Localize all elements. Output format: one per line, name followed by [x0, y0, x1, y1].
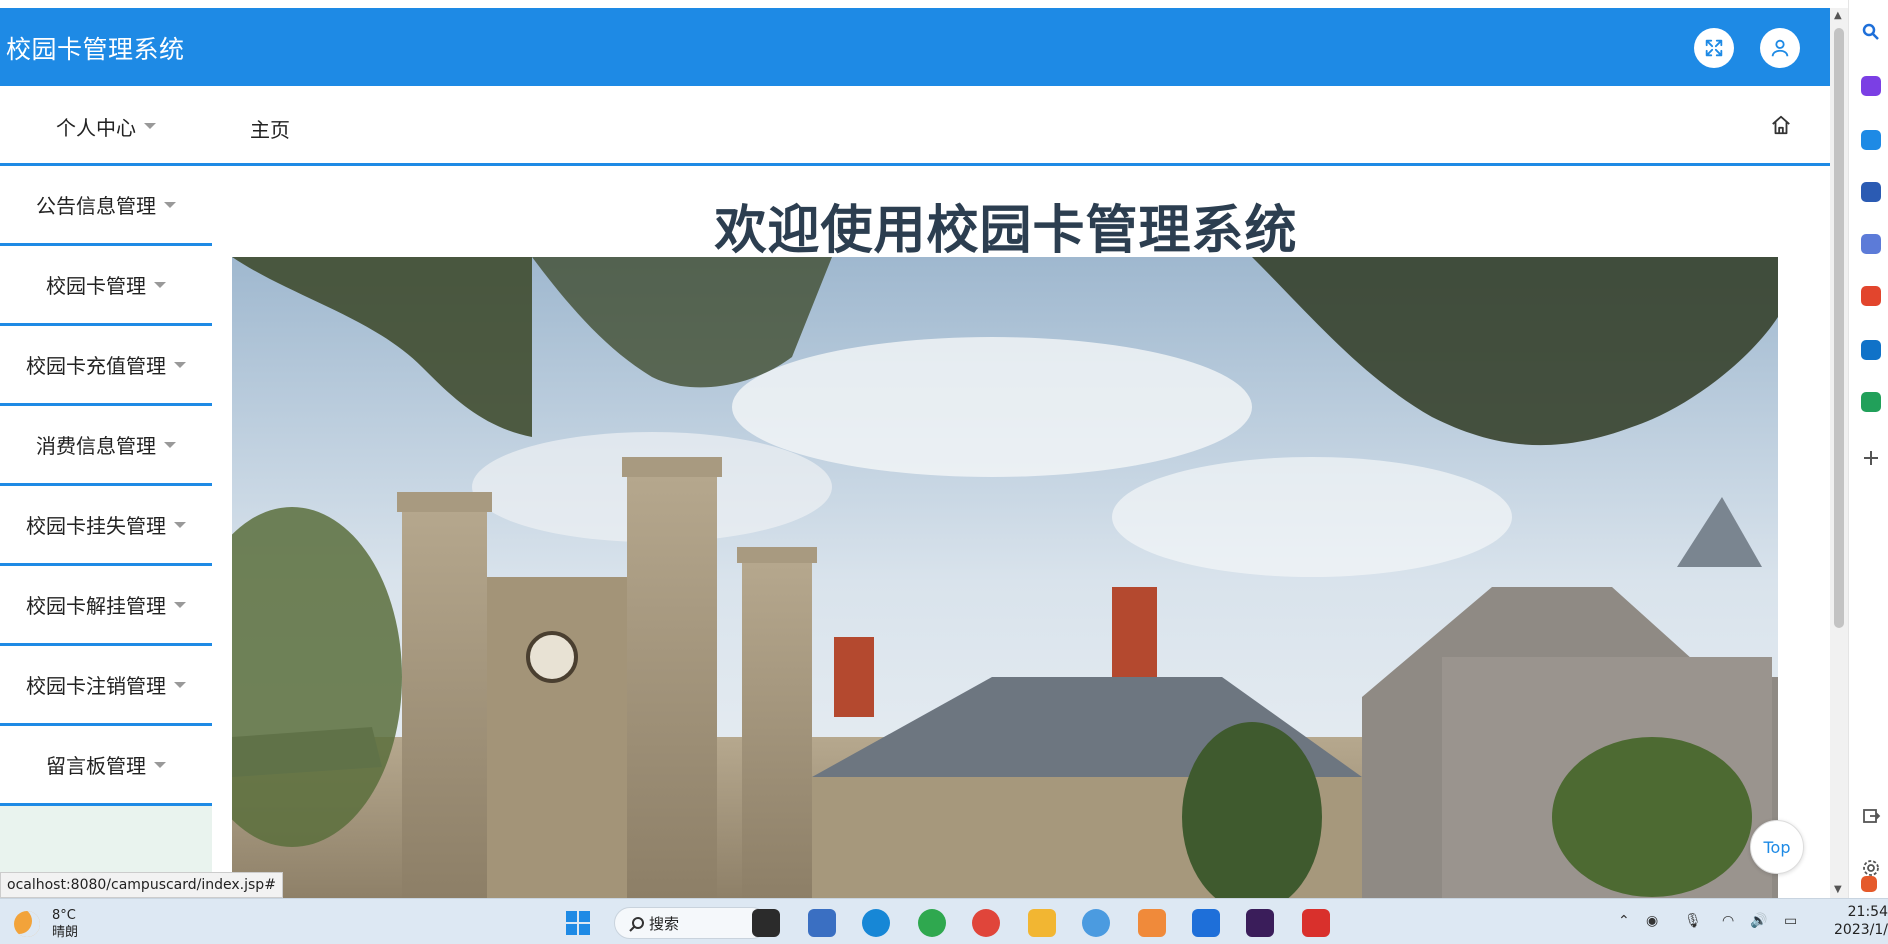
- fullscreen-button[interactable]: [1694, 28, 1734, 68]
- microphone-icon[interactable]: 🎙: [1684, 913, 1702, 929]
- taskbar-search[interactable]: 搜索: [614, 907, 768, 939]
- tools-icon[interactable]: [1861, 182, 1881, 202]
- sidebar-item-label: 消费信息管理: [36, 434, 156, 458]
- clock-time: 21:54: [1847, 904, 1888, 920]
- add-icon[interactable]: [1861, 448, 1881, 468]
- office-icon[interactable]: [1861, 286, 1881, 306]
- taskbar-clock[interactable]: 21:54 2023/1/6: [1834, 903, 1888, 939]
- exit-panel-icon[interactable]: [1861, 806, 1881, 826]
- file-explorer-icon[interactable]: [1028, 909, 1056, 937]
- chevron-down-icon: [174, 601, 186, 608]
- scroll-down-icon[interactable]: ▼: [1834, 884, 1842, 895]
- wifi-icon[interactable]: ◠: [1722, 913, 1734, 929]
- sidebar-item-label: 校园卡注销管理: [26, 674, 166, 698]
- sidebar-item-cancel[interactable]: 校园卡注销管理: [0, 646, 212, 726]
- chevron-down-icon: [154, 281, 166, 288]
- chrome-icon[interactable]: [972, 909, 1000, 937]
- sidebar-item-consumption[interactable]: 消费信息管理: [0, 406, 212, 486]
- sidebar-item-label: 留言板管理: [46, 754, 146, 778]
- weather-temp: 8°C: [52, 908, 76, 923]
- browser-viewport: 校园卡管理系统 个人中心 主页 公告信息管理 校园卡管理 校园卡充值管理 消费信…: [0, 0, 1830, 898]
- gear-icon[interactable]: [1861, 858, 1881, 878]
- chevron-down-icon: [174, 681, 186, 688]
- status-url: ocalhost:8080/campuscard/index.jsp#: [0, 872, 283, 898]
- search-icon: [629, 917, 644, 932]
- sidebar-item-label: 校园卡充值管理: [26, 354, 166, 378]
- personal-center-label: 个人中心: [56, 115, 136, 140]
- sidebar: 公告信息管理 校园卡管理 校园卡充值管理 消费信息管理 校园卡挂失管理 校园卡解…: [0, 166, 212, 898]
- chevron-down-icon: [174, 521, 186, 528]
- browser-side-panel: [1848, 0, 1888, 898]
- volume-icon[interactable]: 🔊: [1750, 913, 1767, 929]
- sidebar-item-label: 公告信息管理: [36, 194, 156, 218]
- qq-icon[interactable]: ◉: [1646, 913, 1658, 929]
- app-header: 校园卡管理系统: [0, 8, 1830, 86]
- sidebar-item-recharge[interactable]: 校园卡充值管理: [0, 326, 212, 406]
- weather-desc: 晴朗: [52, 925, 79, 940]
- sidebar-item-label: 校园卡解挂管理: [26, 594, 166, 618]
- windows-start-icon[interactable]: [564, 909, 592, 937]
- chevron-down-icon: [164, 441, 176, 448]
- weather-widget[interactable]: 8°C 晴朗: [14, 907, 78, 941]
- personal-center-menu[interactable]: 个人中心: [0, 86, 212, 166]
- intellij-icon[interactable]: [1246, 909, 1274, 937]
- user-icon: [1771, 39, 1789, 57]
- chevron-down-icon: [164, 201, 176, 208]
- fullscreen-icon: [1705, 39, 1723, 57]
- sidebar-item-message-board[interactable]: 留言板管理: [0, 726, 212, 806]
- wps-icon[interactable]: [1302, 909, 1330, 937]
- user-avatar-button[interactable]: [1760, 28, 1800, 68]
- edge-browser-icon[interactable]: [862, 909, 890, 937]
- presentation-app-icon[interactable]: [1138, 909, 1166, 937]
- clock-date: 2023/1/6: [1834, 922, 1888, 938]
- sidebar-item-label: 校园卡管理: [46, 274, 146, 298]
- top-nav: 个人中心 主页: [0, 86, 1830, 166]
- campus-banner-image: [232, 257, 1778, 898]
- battery-icon[interactable]: ▭: [1784, 913, 1797, 929]
- moon-icon: [14, 911, 40, 937]
- task-view-icon[interactable]: [752, 909, 780, 937]
- taskbar-search-label: 搜索: [649, 914, 680, 933]
- tree-icon[interactable]: [1861, 392, 1881, 412]
- chevron-down-icon: [144, 123, 156, 129]
- scroll-thumb[interactable]: [1834, 28, 1844, 628]
- scroll-up-icon[interactable]: ▲: [1834, 10, 1842, 21]
- tab-home[interactable]: 主页: [250, 114, 290, 143]
- page-title: 欢迎使用校园卡管理系统: [714, 201, 1298, 261]
- chevron-up-icon[interactable]: ⌃: [1618, 913, 1630, 929]
- copilot-icon[interactable]: [1861, 76, 1881, 96]
- sidebar-item-label: 校园卡挂失管理: [26, 514, 166, 538]
- sidebar-item-notice[interactable]: 公告信息管理: [0, 166, 212, 246]
- sogou-icon[interactable]: [1861, 876, 1877, 892]
- home-icon[interactable]: [1770, 114, 1792, 136]
- sidebar-item-card[interactable]: 校园卡管理: [0, 246, 212, 326]
- games-icon[interactable]: [1861, 234, 1881, 254]
- outlook-icon[interactable]: [1861, 340, 1881, 360]
- network-app-icon[interactable]: [808, 909, 836, 937]
- sidebar-item-unfreeze[interactable]: 校园卡解挂管理: [0, 566, 212, 646]
- photos-icon[interactable]: [1082, 909, 1110, 937]
- sidebar-item-report-loss[interactable]: 校园卡挂失管理: [0, 486, 212, 566]
- ie-browser-icon[interactable]: [918, 909, 946, 937]
- chevron-down-icon: [174, 361, 186, 368]
- page-top-strip: [0, 0, 1830, 8]
- windows-taskbar: 8°C 晴朗 搜索 ⌃ ◉ 🎙 ◠ 🔊 ▭ 21:54 2023/1/6: [0, 898, 1888, 944]
- phone-link-icon[interactable]: [1192, 909, 1220, 937]
- main-content: 欢迎使用校园卡管理系统: [232, 166, 1780, 898]
- chevron-down-icon: [154, 761, 166, 768]
- scrollbar[interactable]: ▲ ▼: [1830, 8, 1848, 898]
- back-to-top-button[interactable]: Top: [1750, 820, 1804, 874]
- search-icon[interactable]: [1861, 22, 1881, 42]
- shopping-tag-icon[interactable]: [1861, 130, 1881, 150]
- app-title: 校园卡管理系统: [6, 35, 185, 64]
